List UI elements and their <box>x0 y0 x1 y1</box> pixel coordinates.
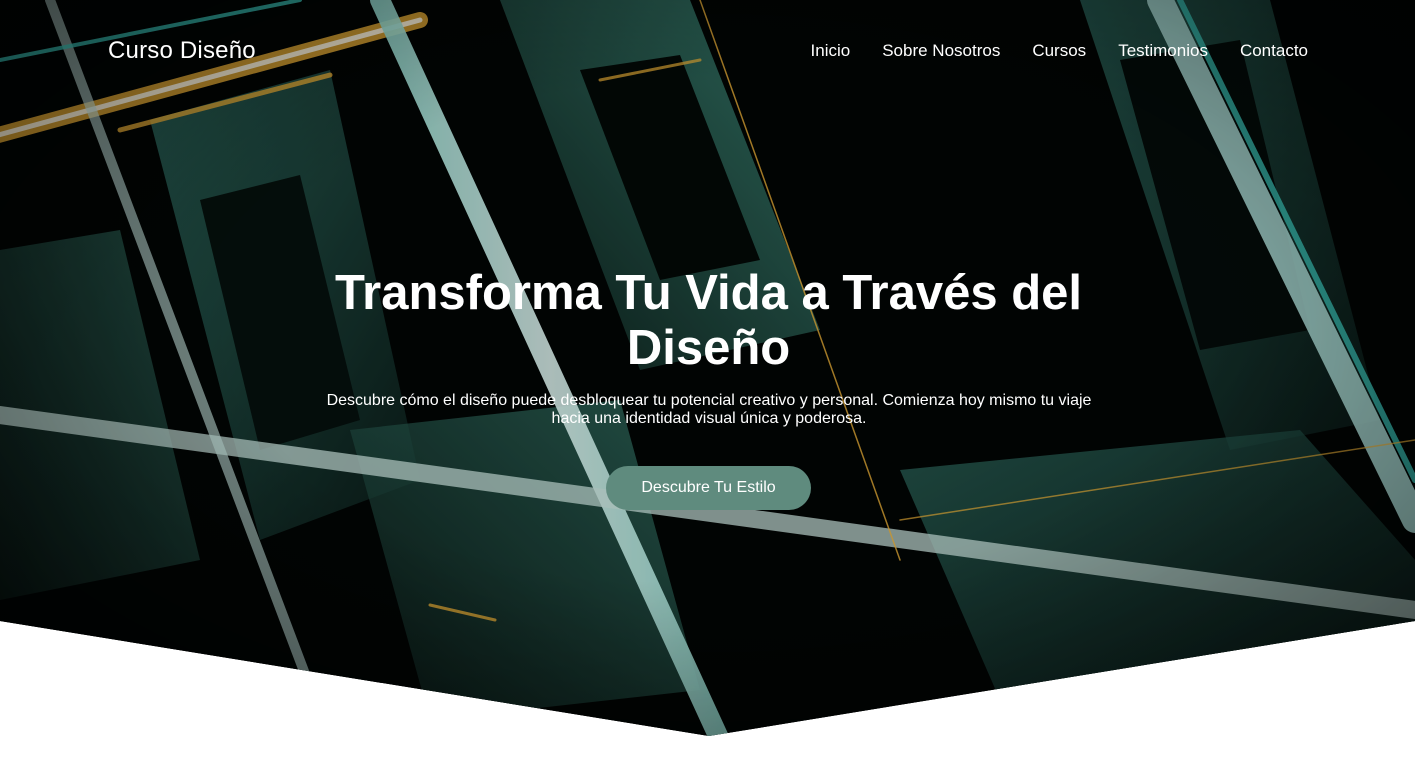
hero-title: Transforma Tu Vida a Través del Diseño <box>334 266 1083 375</box>
hero-subtitle: Descubre cómo el diseño puede desbloquea… <box>326 392 1092 427</box>
brand-logo-text[interactable]: Curso Diseño <box>108 37 256 65</box>
nav-link-sobre-nosotros[interactable]: Sobre Nosotros <box>882 41 1000 61</box>
main-nav: Inicio Sobre Nosotros Cursos Testimonios… <box>811 41 1308 61</box>
hero-section: Curso Diseño Inicio Sobre Nosotros Curso… <box>0 0 1415 736</box>
nav-link-inicio[interactable]: Inicio <box>811 41 851 61</box>
nav-link-testimonios[interactable]: Testimonios <box>1118 41 1208 61</box>
cta-button[interactable]: Descubre Tu Estilo <box>606 466 811 510</box>
nav-link-cursos[interactable]: Cursos <box>1032 41 1086 61</box>
nav-link-contacto[interactable]: Contacto <box>1240 41 1308 61</box>
landing-page: Curso Diseño Inicio Sobre Nosotros Curso… <box>0 0 1415 773</box>
